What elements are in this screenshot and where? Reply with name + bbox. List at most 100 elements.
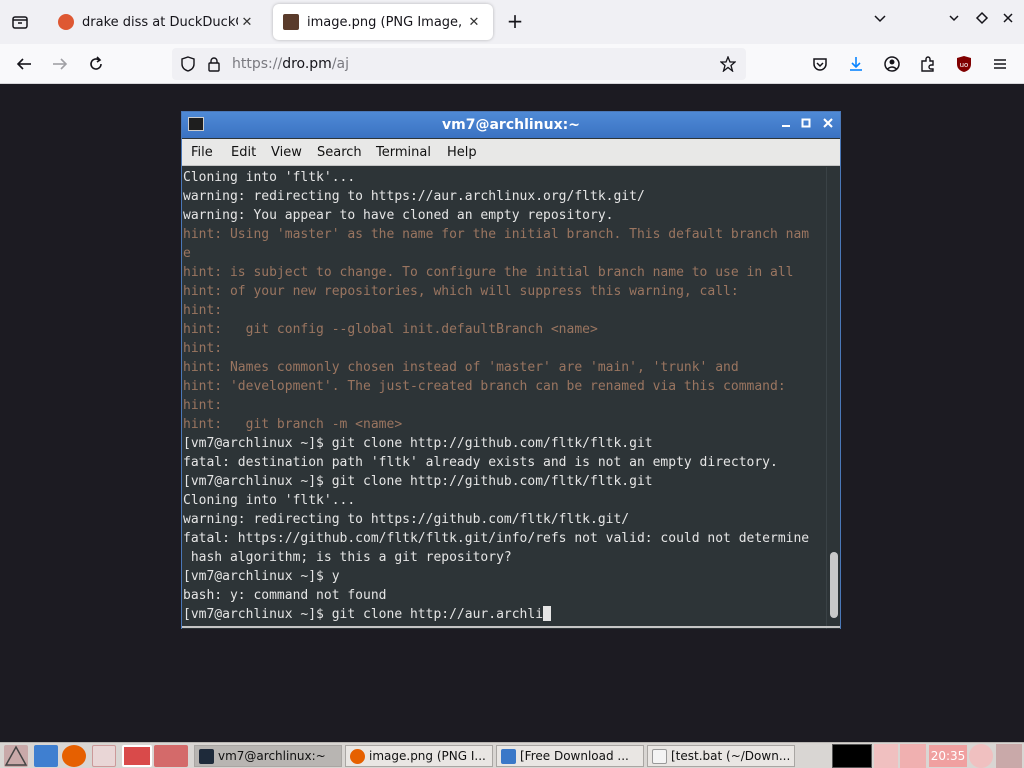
file-manager-icon[interactable]: [34, 745, 58, 767]
terminal-line: hint:: [183, 398, 223, 413]
extensions-button[interactable]: [916, 52, 940, 76]
screenshot-icon[interactable]: [900, 744, 926, 768]
terminal-line: e: [183, 246, 191, 261]
terminal-output[interactable]: Cloning into 'fltk'... warning: redirecti…: [182, 167, 826, 629]
text-cursor: [543, 606, 552, 621]
firefox-icon: [350, 748, 365, 764]
maximize-window-button[interactable]: [970, 10, 994, 34]
terminal-maximize-icon[interactable]: [798, 116, 814, 132]
terminal-line: hint:: [183, 341, 223, 356]
task-text-editor[interactable]: [test.bat (~/Down...: [647, 745, 795, 767]
tracking-protection-shield-icon[interactable]: [180, 56, 196, 72]
window-icon[interactable]: [92, 745, 116, 767]
scrollbar-thumb[interactable]: [830, 552, 838, 618]
network-icon[interactable]: [874, 744, 898, 768]
download-manager-icon: [501, 748, 516, 764]
svg-text:uo: uo: [960, 61, 969, 69]
new-tab-button[interactable]: +: [503, 10, 527, 34]
account-icon: [884, 56, 900, 72]
text-file-icon: [652, 748, 667, 764]
terminal-line: warning: redirecting to https://aur.arch…: [183, 189, 645, 204]
terminal-line: hint:: [183, 303, 223, 318]
terminal-line: fatal: destination path 'fltk' already e…: [183, 455, 778, 470]
lock-icon[interactable]: [206, 56, 222, 72]
pocket-icon: [813, 58, 827, 71]
app-menu-launcher-icon[interactable]: [4, 745, 28, 767]
image-file-icon: [283, 14, 299, 30]
terminal-window: vm7@archlinux:~ File Edit View Search Te…: [181, 111, 841, 629]
terminal-minimize-icon[interactable]: [778, 116, 794, 132]
terminal-line: [vm7@archlinux ~]$ y: [183, 569, 340, 584]
task-label: image.png (PNG I...: [369, 749, 486, 763]
terminal-line: Cloning into 'fltk'...: [183, 493, 356, 508]
taskbar: vm7@archlinux:~ image.png (PNG I... [Fre…: [0, 742, 1024, 768]
app-menu-button[interactable]: [988, 52, 1012, 76]
menu-search[interactable]: Search: [317, 145, 362, 160]
hamburger-menu-icon: [994, 59, 1006, 69]
terminal-close-icon[interactable]: [820, 116, 836, 132]
terminal-line: hint: of your new repositories, which wi…: [183, 284, 739, 299]
task-firefox-image[interactable]: image.png (PNG I...: [345, 745, 493, 767]
reload-button[interactable]: [84, 52, 108, 76]
close-tab-button[interactable]: ✕: [465, 13, 483, 31]
close-window-button[interactable]: [996, 10, 1020, 34]
account-button[interactable]: [880, 52, 904, 76]
workspace-1-icon[interactable]: [122, 745, 152, 767]
menu-view[interactable]: View: [271, 145, 302, 160]
task-free-download[interactable]: [Free Download ...: [496, 745, 644, 767]
firefox-icon[interactable]: [62, 745, 86, 767]
terminal-prompt-line: [vm7@archlinux ~]$ git clone http://aur.…: [183, 605, 826, 624]
forward-button[interactable]: [48, 52, 72, 76]
back-button[interactable]: [12, 52, 36, 76]
terminal-line: fatal: https://github.com/fltk/fltk.git/…: [183, 531, 810, 546]
menu-file[interactable]: File: [191, 145, 213, 160]
tab-title: image.png (PNG Image, 3: [307, 14, 465, 30]
terminal-line: Cloning into 'fltk'...: [183, 170, 356, 185]
minimize-window-button[interactable]: [942, 10, 966, 34]
terminal-icon: [199, 748, 214, 764]
terminal-line: [vm7@archlinux ~]$ git clone http://gith…: [183, 474, 653, 489]
clock[interactable]: 20:35: [929, 745, 967, 767]
tab-image-png[interactable]: image.png (PNG Image, 3 ✕: [273, 4, 493, 40]
terminal-line: [vm7@archlinux ~]$ git clone http://gith…: [183, 436, 653, 451]
list-all-tabs-button[interactable]: [8, 10, 32, 34]
navigation-toolbar: https://dro.pm/aj uo: [0, 44, 1024, 84]
puzzle-piece-icon: [921, 56, 934, 72]
url-path: /aj: [331, 56, 350, 72]
reload-icon: [90, 56, 102, 70]
chevron-down-icon[interactable]: [868, 10, 892, 34]
terminal-line: warning: redirecting to https://github.c…: [183, 512, 630, 527]
terminal-line: hint: git branch -m <name>: [183, 417, 403, 432]
workspace-2-icon[interactable]: [154, 745, 188, 767]
ublock-shield-icon: uo: [957, 56, 971, 72]
task-label: vm7@archlinux:~: [218, 749, 326, 763]
task-terminal[interactable]: vm7@archlinux:~: [194, 745, 342, 767]
terminal-title-bar: vm7@archlinux:~: [182, 112, 840, 138]
menu-help[interactable]: Help: [447, 145, 477, 160]
menu-edit[interactable]: Edit: [231, 145, 256, 160]
menu-terminal[interactable]: Terminal: [376, 145, 431, 160]
url-text[interactable]: https://dro.pm/aj: [232, 56, 349, 72]
cpu-graph-icon[interactable]: [832, 744, 872, 768]
url-host: dro.pm: [282, 56, 332, 72]
terminal-line: hint: git config --global init.defaultBr…: [183, 322, 598, 337]
terminal-line: warning: You appear to have cloned an em…: [183, 208, 614, 223]
terminal-scrollbar[interactable]: [826, 167, 840, 629]
power-icon[interactable]: [969, 744, 993, 768]
pocket-button[interactable]: [808, 52, 832, 76]
terminal-menu-bar: File Edit View Search Terminal Help: [182, 139, 840, 166]
back-arrow-icon: [16, 58, 31, 70]
url-scheme: https://: [232, 56, 283, 72]
bookmark-star-icon[interactable]: [720, 56, 736, 72]
close-tab-button[interactable]: ✕: [238, 13, 256, 31]
logout-icon[interactable]: [996, 744, 1022, 768]
terminal-bottom-border: [182, 626, 840, 628]
downloads-button[interactable]: [844, 52, 868, 76]
terminal-line: hash algorithm; is this a git repository…: [183, 550, 512, 565]
address-bar[interactable]: https://dro.pm/aj: [172, 48, 746, 80]
terminal-line: hint: Using 'master' as the name for the…: [183, 227, 810, 242]
ublock-origin-button[interactable]: uo: [952, 52, 976, 76]
tab-duckduckgo[interactable]: drake diss at DuckDuckGo ✕: [48, 4, 266, 40]
tab-list-icon: [12, 16, 28, 29]
terminal-line: hint: 'development'. The just-created br…: [183, 379, 786, 394]
